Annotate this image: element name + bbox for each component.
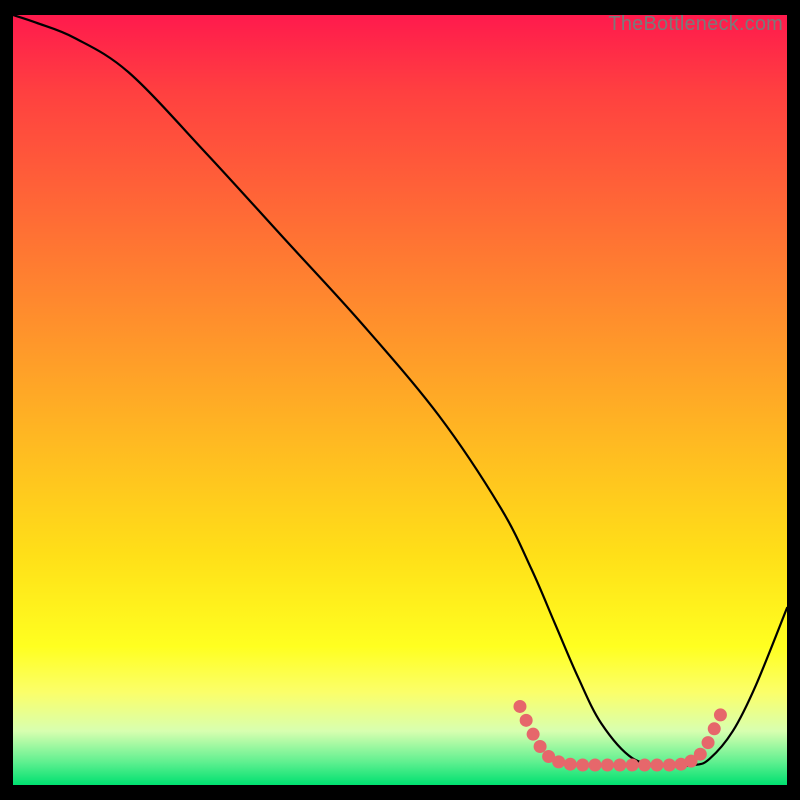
marker-dot [564, 758, 577, 771]
marker-dot [714, 708, 727, 721]
marker-dot [589, 758, 602, 771]
marker-dot [626, 758, 639, 771]
marker-dot [663, 758, 676, 771]
marker-dot [534, 740, 547, 753]
marker-dot [527, 728, 540, 741]
watermark-text: TheBottleneck.com [608, 13, 783, 36]
marker-dot [520, 714, 533, 727]
marker-dot [708, 722, 721, 735]
marker-dot [552, 755, 565, 768]
marker-dot [513, 700, 526, 713]
chart-frame: TheBottleneck.com [13, 15, 787, 785]
highlight-markers [513, 700, 726, 772]
marker-dot [702, 736, 715, 749]
marker-dot [650, 758, 663, 771]
chart-svg [13, 15, 787, 785]
marker-dot [694, 748, 707, 761]
main-curve [13, 15, 787, 766]
marker-dot [613, 758, 626, 771]
marker-dot [638, 758, 651, 771]
marker-dot [601, 758, 614, 771]
marker-dot [576, 758, 589, 771]
